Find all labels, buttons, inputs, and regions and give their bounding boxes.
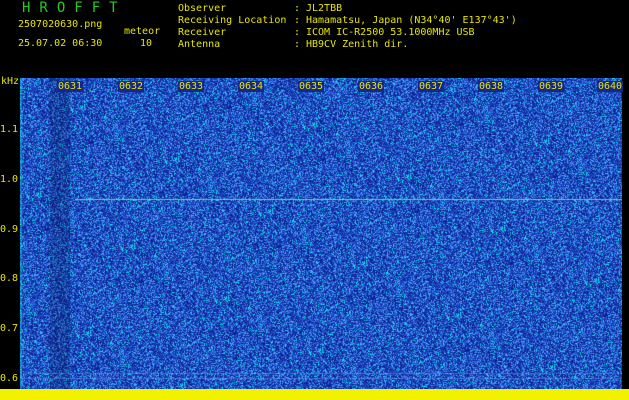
y-tick-label: 1.1: [0, 124, 19, 135]
time-tick-label: 0634: [238, 81, 265, 92]
y-unit-label: kHz: [1, 76, 20, 87]
time-tick-label: 0636: [358, 81, 385, 92]
y-tick-label: 0.6: [0, 373, 19, 384]
time-tick-label: 0631: [57, 81, 84, 92]
date-time: 25.07.02 06:30: [18, 38, 103, 49]
meteor-count: 10: [140, 38, 153, 49]
bottom-bar: [0, 389, 629, 400]
time-tick-label: 0640: [597, 81, 624, 92]
info-row-observer: Observer: JL2TBB: [178, 3, 343, 14]
y-tick-label: 0.9: [0, 224, 19, 235]
time-tick-label: 0638: [478, 81, 505, 92]
station-info: Observer: JL2TBB Receiving Location: Hamam…: [178, 3, 517, 51]
spectrogram: [20, 78, 622, 389]
header: HROFFT 2507020630.png 25.07.02 06:30 met…: [0, 0, 629, 76]
info-row-antenna: Antenna: HB9CV Zenith dir.: [178, 39, 409, 50]
meteor-label: meteor: [124, 26, 161, 37]
y-tick-label: 0.8: [0, 273, 19, 284]
brand-title: HROFFT: [22, 0, 127, 16]
file-name: 2507020630.png: [18, 19, 103, 30]
time-tick-label: 0633: [178, 81, 205, 92]
time-tick-label: 0639: [538, 81, 565, 92]
time-tick-label: 0632: [118, 81, 145, 92]
y-tick-label: 1.0: [0, 174, 19, 185]
info-row-receiver: Receiver: ICOM IC-R2500 53.1000MHz USB: [178, 27, 475, 38]
y-tick-label: 0.7: [0, 323, 19, 334]
time-tick-label: 0637: [418, 81, 445, 92]
info-row-location: Receiving Location: Hamamatsu, Japan (N34…: [178, 15, 517, 26]
time-tick-label: 0635: [298, 81, 325, 92]
